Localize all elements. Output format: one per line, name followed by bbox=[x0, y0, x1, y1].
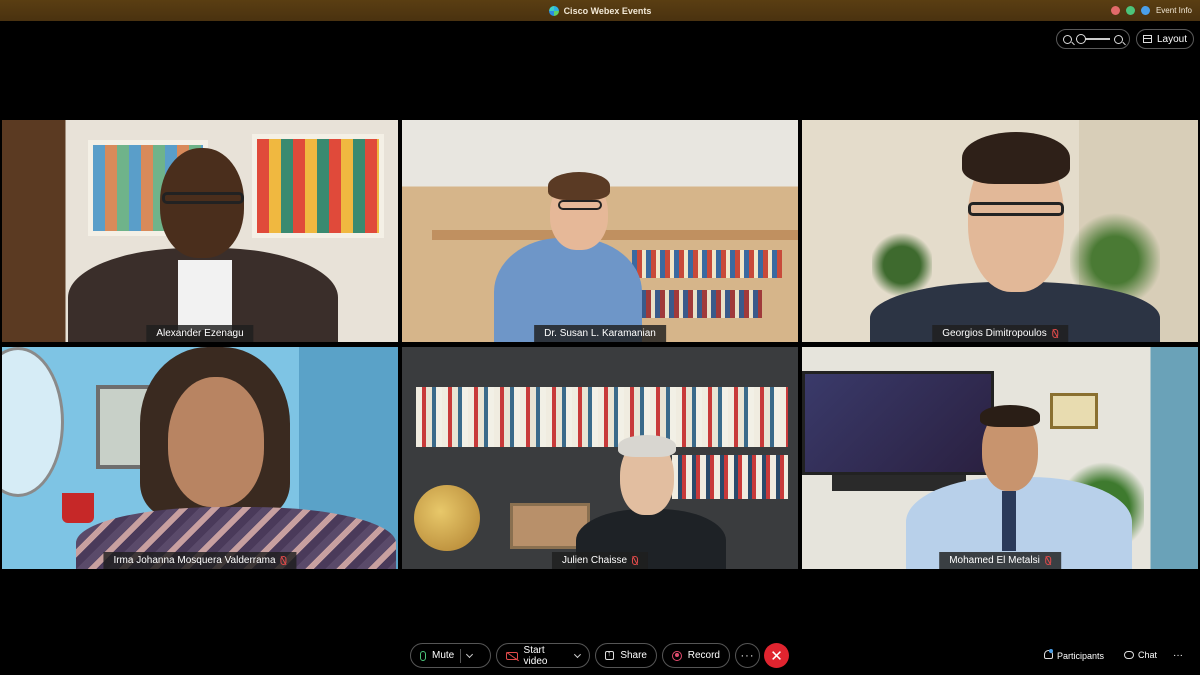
certificate-frame bbox=[1050, 393, 1098, 429]
shirt-collar bbox=[178, 260, 232, 330]
zoom-slider[interactable] bbox=[1076, 34, 1110, 44]
book-row bbox=[632, 290, 762, 318]
video-tile[interactable]: Alexander Ezenagu bbox=[2, 120, 398, 342]
app-title-text: Cisco Webex Events bbox=[563, 5, 652, 16]
video-tile[interactable]: Mohamed El Metalsi bbox=[802, 347, 1198, 569]
mic-muted-icon bbox=[1051, 329, 1058, 338]
layout-label: Layout bbox=[1156, 33, 1188, 45]
start-video-label: Start video bbox=[523, 644, 548, 667]
participant-name-label: Irma Johanna Mosquera Valderrama bbox=[103, 552, 297, 569]
book-row bbox=[672, 455, 788, 499]
participant-name: Alexander Ezenagu bbox=[156, 328, 244, 339]
participants-label: Participants bbox=[1057, 650, 1105, 661]
status-red-icon[interactable] bbox=[1110, 6, 1120, 15]
participant-name-label: Georgios Dimitropoulos bbox=[932, 325, 1068, 342]
eyeglasses bbox=[558, 200, 602, 210]
participant-name-label: Dr. Susan L. Karamanian bbox=[534, 325, 666, 342]
flower-pot bbox=[62, 493, 94, 523]
person-hair bbox=[962, 132, 1070, 184]
video-tile[interactable]: Georgios Dimitropoulos bbox=[802, 120, 1198, 342]
microphone-icon bbox=[420, 650, 426, 661]
zoom-slider-knob[interactable] bbox=[1076, 34, 1086, 44]
round-mirror bbox=[2, 347, 64, 497]
participant-name: Georgios Dimitropoulos bbox=[942, 328, 1047, 339]
leave-meeting-button[interactable]: ✕ bbox=[764, 643, 789, 668]
more-options-button[interactable]: ··· bbox=[735, 643, 760, 668]
globe bbox=[414, 485, 480, 551]
notification-dot bbox=[1049, 649, 1053, 653]
zoom-control[interactable] bbox=[1056, 29, 1130, 49]
person-hair bbox=[618, 435, 676, 457]
video-tile[interactable]: Dr. Susan L. Karamanian bbox=[402, 120, 798, 342]
necktie bbox=[1002, 491, 1016, 551]
chat-label: Chat bbox=[1138, 650, 1158, 660]
video-tile[interactable]: Julien Chaisse bbox=[402, 347, 798, 569]
participant-name-label: Alexander Ezenagu bbox=[146, 325, 254, 342]
bookshelf bbox=[432, 230, 798, 240]
participants-button[interactable]: Participants bbox=[1044, 649, 1105, 661]
zoom-out-icon[interactable] bbox=[1063, 34, 1072, 44]
title-bar: Cisco Webex Events Event Info bbox=[0, 0, 1200, 21]
participant-name: Julien Chaisse bbox=[561, 555, 628, 566]
book-row bbox=[416, 387, 788, 447]
share-screen-icon bbox=[605, 649, 615, 660]
wall-painting bbox=[252, 134, 384, 238]
eyeglasses bbox=[968, 202, 1064, 216]
participant-name-label: Mohamed El Metalsi bbox=[939, 552, 1061, 569]
chat-button[interactable]: Chat bbox=[1124, 650, 1157, 660]
event-info-icon[interactable] bbox=[1140, 6, 1150, 15]
layout-button[interactable]: Layout bbox=[1136, 29, 1194, 49]
participant-name: Irma Johanna Mosquera Valderrama bbox=[113, 555, 276, 566]
start-video-button[interactable]: Start video bbox=[496, 643, 590, 668]
chevron-down-icon[interactable] bbox=[466, 650, 474, 658]
overflow-menu-label: ··· bbox=[1173, 650, 1183, 661]
zoom-in-icon[interactable] bbox=[1114, 34, 1123, 44]
book-row bbox=[632, 250, 782, 278]
participant-name: Dr. Susan L. Karamanian bbox=[544, 328, 656, 339]
close-icon: ✕ bbox=[770, 647, 783, 665]
share-button[interactable]: Share bbox=[595, 643, 657, 668]
app-title: Cisco Webex Events bbox=[548, 5, 652, 16]
video-tile[interactable]: Irma Johanna Mosquera Valderrama bbox=[2, 347, 398, 569]
person-hair bbox=[980, 405, 1040, 427]
share-label: Share bbox=[620, 650, 647, 661]
eyeglasses bbox=[162, 192, 244, 204]
divider bbox=[460, 648, 462, 663]
status-green-icon[interactable] bbox=[1125, 6, 1135, 15]
wall-tv bbox=[802, 371, 994, 475]
event-info-link[interactable]: Event Info bbox=[1156, 6, 1192, 15]
person-head bbox=[168, 377, 264, 507]
chat-icon bbox=[1124, 651, 1134, 659]
chevron-down-icon[interactable] bbox=[574, 650, 582, 658]
participant-name: Mohamed El Metalsi bbox=[949, 555, 1040, 566]
overflow-menu-button[interactable]: ··· bbox=[1173, 650, 1183, 661]
person-hair bbox=[548, 172, 610, 200]
record-label: Record bbox=[687, 650, 720, 661]
mic-muted-icon bbox=[1044, 556, 1051, 565]
record-icon bbox=[672, 650, 682, 661]
mic-muted-icon bbox=[632, 556, 639, 565]
participants-icon-wrap bbox=[1044, 649, 1053, 661]
layout-grid-icon bbox=[1142, 35, 1152, 43]
record-button[interactable]: Record bbox=[662, 643, 730, 668]
participant-name-label: Julien Chaisse bbox=[551, 552, 649, 569]
title-bar-right: Event Info bbox=[1110, 0, 1192, 21]
camera-off-icon bbox=[506, 651, 518, 660]
more-options-label: ··· bbox=[740, 649, 755, 662]
mute-label: Mute bbox=[432, 650, 455, 661]
webex-logo-icon bbox=[548, 5, 559, 16]
mute-button[interactable]: Mute bbox=[410, 643, 491, 668]
mic-muted-icon bbox=[280, 556, 287, 565]
